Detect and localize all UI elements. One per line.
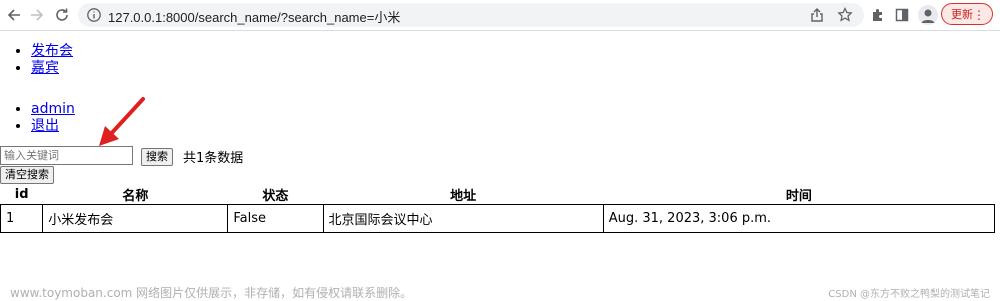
cell-status: False [227,204,324,233]
cell-time: Aug. 31, 2023, 3:06 p.m. [602,204,996,233]
reload-icon[interactable] [50,3,74,27]
column-header-address: 地址 [450,189,477,204]
column-header-name: 名称 [122,189,149,204]
user-nav: admin 退出 [0,101,75,135]
extensions-icon[interactable] [866,3,890,27]
update-label: 更新 [951,8,973,21]
share-icon[interactable] [808,6,826,24]
column-header-status: 状态 [262,189,289,204]
cell-id: 1 [0,204,44,233]
nav-item-username: admin [31,101,75,118]
sidepanel-icon[interactable] [890,3,914,27]
table-header-row: id 名称 状态 地址 时间 [1,185,995,205]
column-header-time: 时间 [785,189,812,204]
watermark-right: CSDN @东方不败之鸭梨的测试笔记 [828,289,990,300]
watermark-left: www.toymoban.com 网络图片仅供展示，非存储，如有侵权请联系删除。 [10,286,413,300]
result-count: 共1条数据 [183,151,244,166]
cell-address: 北京国际会议中心 [322,204,604,233]
profile-icon[interactable] [918,5,938,25]
info-icon[interactable] [86,7,102,23]
search-input[interactable] [0,146,133,165]
address-bar[interactable]: 127.0.0.1:8000/search_name/?search_name=… [78,3,864,27]
nav-item-logout: 退出 [31,118,75,135]
primary-nav: 发布会 嘉宾 [0,43,73,77]
logout-link[interactable]: 退出 [31,118,59,134]
table-row: 1 小米发布会 False 北京国际会议中心 Aug. 31, 2023, 3:… [0,204,996,233]
browser-toolbar: 127.0.0.1:8000/search_name/?search_name=… [0,0,1000,31]
back-icon[interactable] [2,3,26,27]
more-menu-icon[interactable]: ⋮ [973,4,985,26]
column-header-id: id [14,187,29,202]
annotation-arrow-icon [99,97,145,146]
cell-name: 小米发布会 [42,204,229,233]
username-link[interactable]: admin [31,101,75,117]
star-icon[interactable] [836,6,854,24]
nav-link-guests[interactable]: 嘉宾 [31,60,59,76]
nav-link-events[interactable]: 发布会 [31,43,73,59]
search-button[interactable]: 搜索 [141,148,173,166]
page-content: 发布会 嘉宾 admin 退出 搜索 共1条数据 清空搜索 id 名称 状态 地… [0,31,1000,301]
nav-item-events: 发布会 [31,43,73,60]
clear-search-button[interactable]: 清空搜索 [0,166,54,184]
url-text: 127.0.0.1:8000/search_name/?search_name=… [108,10,401,25]
forward-icon[interactable] [25,3,49,27]
update-button[interactable]: 更新 ⋮ [941,3,993,25]
nav-item-guests: 嘉宾 [31,60,73,77]
results-table: id 名称 状态 地址 时间 1 小米发布会 False 北京国际会议中心 Au… [0,185,996,233]
